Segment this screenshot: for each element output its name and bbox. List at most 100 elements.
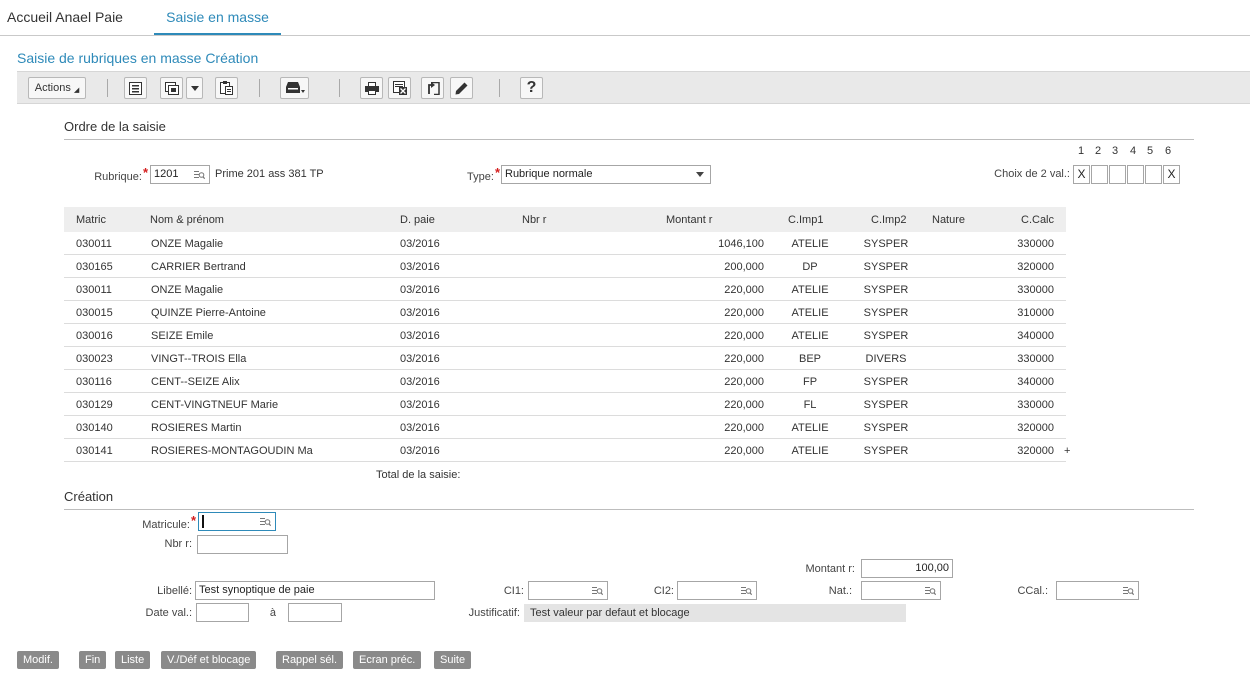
edit-button[interactable]	[450, 77, 473, 99]
fin-button[interactable]: Fin	[79, 651, 107, 669]
suite-button[interactable]: Suite	[434, 651, 472, 669]
cell-dpaie: 03/2016	[400, 238, 440, 250]
type-select[interactable]: Rubrique normale	[501, 165, 711, 184]
table-row[interactable]: 030140 ROSIERES Martin 03/2016 220,000 A…	[64, 416, 1066, 439]
date-val-from-input[interactable]	[196, 603, 249, 622]
cell-matric: 030129	[76, 399, 113, 411]
lookup-icon[interactable]	[925, 585, 937, 599]
column-header-cimp2[interactable]: C.Imp2	[871, 214, 906, 226]
cell-montant: 220,000	[724, 284, 764, 296]
pencil-icon	[455, 82, 468, 95]
justificatif-label: Justificatif:	[468, 607, 520, 619]
help-button[interactable]: ?	[520, 77, 543, 99]
cell-dpaie: 03/2016	[400, 330, 440, 342]
nbr-input[interactable]	[197, 535, 288, 554]
column-header-nom[interactable]: Nom & prénom	[150, 214, 224, 226]
excel-export-button[interactable]	[388, 77, 411, 99]
table-row[interactable]: 030116 CENT--SEIZE Alix 03/2016 220,000 …	[64, 370, 1066, 393]
section-divider	[64, 509, 1194, 510]
montant-input[interactable]: 100,00	[861, 559, 953, 578]
cell-matric: 030141	[76, 445, 113, 457]
tab-accueil-anael-paie[interactable]: Accueil Anael Paie	[7, 8, 123, 35]
choix-box-6[interactable]: X	[1163, 165, 1180, 184]
rappel-sel-button[interactable]: Rappel sél.	[276, 651, 344, 669]
cell-cimp1: BEP	[798, 353, 821, 365]
cell-nom: ROSIERES-MONTAGOUDIN Ma	[151, 445, 313, 457]
cell-dpaie: 03/2016	[400, 261, 440, 273]
choix-box-2[interactable]	[1091, 165, 1108, 184]
cell-cimp2: SYSPER	[863, 261, 909, 273]
cell-montant: 220,000	[724, 330, 764, 342]
column-header-nbr[interactable]: Nbr r	[522, 214, 546, 226]
table-row[interactable]: 030165 CARRIER Bertrand 03/2016 200,000 …	[64, 255, 1066, 278]
table-row[interactable]: 030141 ROSIERES-MONTAGOUDIN Ma 03/2016 2…	[64, 439, 1066, 462]
ccal-input[interactable]	[1056, 581, 1139, 600]
column-header-dpaie[interactable]: D. paie	[400, 214, 435, 226]
lookup-icon[interactable]	[592, 585, 604, 599]
dropdown-arrow-icon	[190, 85, 199, 91]
window-button[interactable]	[160, 77, 183, 99]
lookup-icon[interactable]	[194, 169, 206, 183]
required-marker: *	[142, 165, 148, 180]
cell-dpaie: 03/2016	[400, 353, 440, 365]
column-header-ccalc[interactable]: C.Calc	[1021, 214, 1054, 226]
table-row[interactable]: 030016 SEIZE Emile 03/2016 220,000 ATELI…	[64, 324, 1066, 347]
paste-button[interactable]	[215, 77, 238, 99]
choix-box-4[interactable]	[1127, 165, 1144, 184]
libelle-input[interactable]: Test synoptique de paie	[195, 581, 435, 600]
cell-nom: VINGT--TROIS Ella	[151, 353, 247, 365]
table-row[interactable]: 030011 ONZE Magalie 03/2016 220,000 ATEL…	[64, 278, 1066, 301]
rubrique-input[interactable]: 1201	[150, 165, 210, 184]
cell-cimp2: SYSPER	[863, 307, 909, 319]
toolbar-separator	[499, 79, 500, 97]
cell-dpaie: 03/2016	[400, 284, 440, 296]
vdef-blocage-button[interactable]: V./Déf et blocage	[161, 651, 257, 669]
cell-dpaie: 03/2016	[400, 307, 440, 319]
cell-ccalc: 340000	[1017, 376, 1054, 388]
ccal-label: CCal.:	[1017, 585, 1048, 597]
lookup-icon[interactable]	[741, 585, 753, 599]
column-header-montant[interactable]: Montant r	[666, 214, 712, 226]
cell-cimp1: ATELIE	[791, 445, 829, 457]
column-header-matric[interactable]: Matric	[76, 214, 106, 226]
cell-ccalc: 330000	[1017, 284, 1054, 296]
cell-montant: 200,000	[724, 261, 764, 273]
choix-box-1[interactable]: X	[1073, 165, 1090, 184]
creation-section-title: Création	[64, 489, 114, 504]
cell-ccalc: 320000	[1017, 422, 1054, 434]
table-row[interactable]: 030023 VINGT--TROIS Ella 03/2016 220,000…	[64, 347, 1066, 370]
date-val-to-input[interactable]	[288, 603, 342, 622]
ci1-input[interactable]	[528, 581, 608, 600]
table-row[interactable]: 030015 QUINZE Pierre-Antoine 03/2016 220…	[64, 301, 1066, 324]
lookup-icon[interactable]	[260, 516, 272, 530]
ecran-prec-button[interactable]: Ecran préc.	[353, 651, 422, 669]
actions-button[interactable]: Actions ◢	[28, 77, 86, 99]
printer-tray-button[interactable]	[280, 77, 309, 99]
column-header-cimp1[interactable]: C.Imp1	[788, 214, 823, 226]
cell-matric: 030165	[76, 261, 113, 273]
window-dropdown-button[interactable]	[186, 77, 203, 99]
choix-box-5[interactable]	[1145, 165, 1162, 184]
liste-button[interactable]: Liste	[115, 651, 151, 669]
cell-cimp2: DIVERS	[865, 353, 907, 365]
column-header-nature[interactable]: Nature	[932, 214, 965, 226]
tab-saisie-en-masse[interactable]: Saisie en masse	[154, 8, 281, 35]
table-row[interactable]: 030011 ONZE Magalie 03/2016 1046,100 ATE…	[64, 232, 1066, 255]
cell-matric: 030023	[76, 353, 113, 365]
print-button[interactable]	[360, 77, 383, 99]
required-marker: *	[190, 513, 196, 528]
table-row[interactable]: 030129 CENT-VINGTNEUF Marie 03/2016 220,…	[64, 393, 1066, 416]
matricule-input[interactable]	[198, 512, 276, 531]
choix-box-3[interactable]	[1109, 165, 1126, 184]
list-button[interactable]	[124, 77, 147, 99]
nat-input[interactable]	[861, 581, 941, 600]
cell-nom: CENT--SEIZE Alix	[151, 376, 240, 388]
page-title: Saisie de rubriques en masse Création	[17, 50, 259, 66]
more-rows-indicator[interactable]: +	[1064, 445, 1070, 457]
modif-button[interactable]: Modif.	[17, 651, 59, 669]
export-button[interactable]	[421, 77, 444, 99]
rubrique-description: Prime 201 ass 381 TP	[215, 168, 324, 180]
ci2-input[interactable]	[677, 581, 757, 600]
lookup-icon[interactable]	[1123, 585, 1135, 599]
cell-cimp1: FP	[802, 376, 818, 388]
